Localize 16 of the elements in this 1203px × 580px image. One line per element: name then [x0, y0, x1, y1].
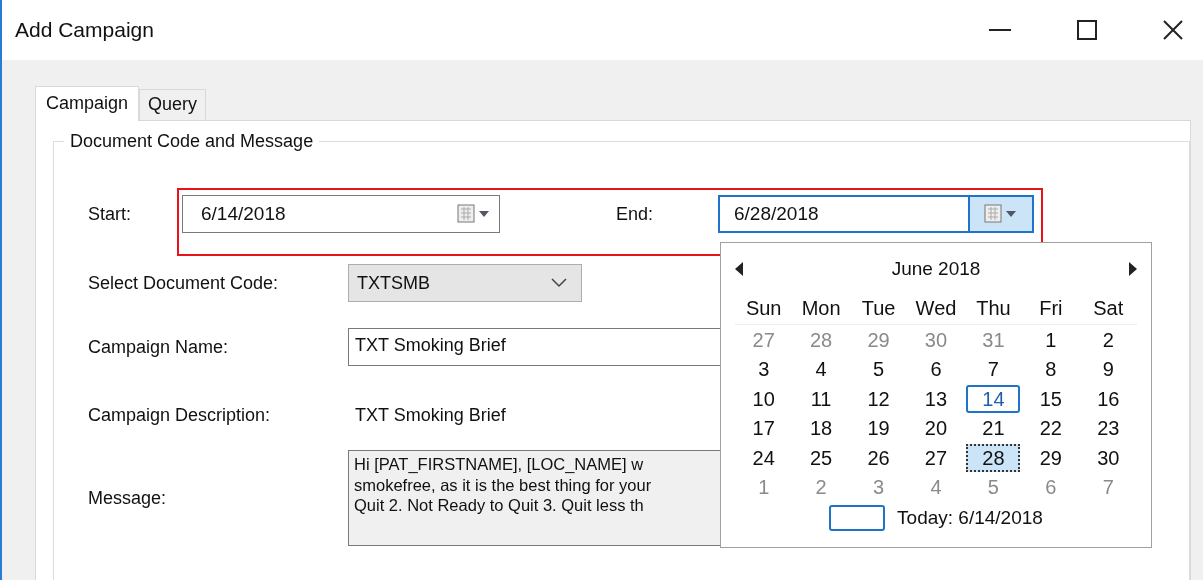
- window-title: Add Campaign: [15, 18, 154, 42]
- field-label: Campaign Description:: [88, 404, 272, 426]
- field-label: Campaign Name:: [88, 336, 230, 358]
- field-label: End:: [616, 203, 655, 225]
- weekday-label: Wed: [914, 297, 958, 320]
- field-label: Start:: [88, 203, 132, 225]
- group-title: Document Code and Message: [64, 131, 320, 152]
- field-label: Message:: [88, 487, 168, 509]
- field-label: Select Document Code:: [88, 272, 280, 294]
- weekday-label: Thu: [975, 297, 1012, 320]
- description-text: TXT Smoking Brief: [354, 404, 506, 426]
- weekday-label: Tue: [860, 297, 897, 320]
- weekday-label: Sat: [1092, 297, 1125, 320]
- weekday-label: Sun: [744, 297, 783, 320]
- weekday-label: Fri: [1038, 297, 1064, 320]
- weekday-label: Mon: [800, 297, 842, 320]
